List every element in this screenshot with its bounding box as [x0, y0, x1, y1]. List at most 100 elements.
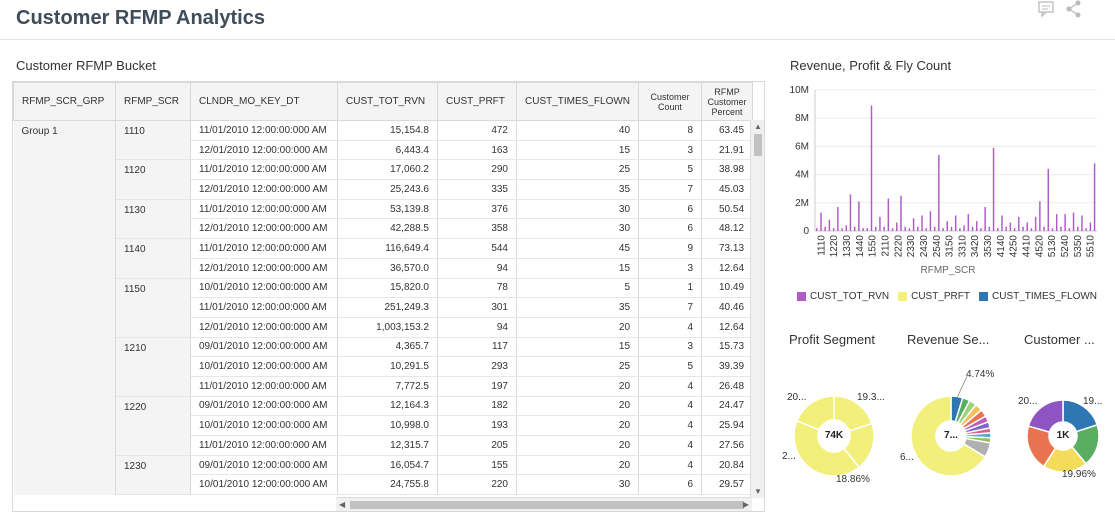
horizontal-scroll-thumb[interactable]	[350, 501, 744, 509]
cell-clndr-mo-key-dt: 11/01/2010 12:00:00:000 AM	[190, 159, 338, 181]
bar-cust-tot-rvn	[1047, 168, 1050, 231]
cell-cust-tot-rvn: 15,820.0	[337, 278, 438, 299]
x-tick-label: 5350	[1073, 235, 1084, 258]
col-header-rfmp-customer-percent[interactable]: RFMP Customer Percent	[701, 82, 754, 121]
bar-cust-tot-rvn	[874, 226, 877, 231]
cell-customer-count: 6	[638, 218, 703, 240]
cell-rfmp-customer-percent: 45.03	[701, 179, 754, 200]
legend-swatch	[797, 292, 806, 301]
scroll-down-icon[interactable]: ▼	[754, 487, 762, 496]
cell-clndr-mo-key-dt: 12/01/2010 12:00:00:000 AM	[190, 179, 338, 200]
cell-customer-count: 5	[638, 356, 703, 377]
vertical-scroll-thumb[interactable]	[754, 134, 762, 156]
bar-cust-tot-rvn	[984, 207, 986, 231]
cell-cust-tot-rvn: 4,365.7	[337, 337, 438, 358]
horizontal-scrollbar[interactable]: ◀ ▶	[336, 497, 752, 511]
share-icon[interactable]	[1065, 0, 1083, 18]
cell-cust-prft: 205	[437, 435, 517, 456]
cell-cust-times-flown: 30	[516, 474, 640, 496]
bar-cust-tot-rvn	[929, 211, 932, 231]
cell-cust-times-flown: 40	[516, 120, 640, 141]
x-tick-label: 3310	[957, 235, 968, 258]
col-header-rfmp-scr[interactable]: RFMP_SCR	[115, 82, 191, 121]
cell-cust-prft: 182	[437, 396, 517, 417]
cell-cust-times-flown: 30	[516, 218, 640, 240]
bar-cust-tot-rvn	[896, 222, 898, 231]
scroll-right-icon[interactable]: ▶	[743, 500, 749, 509]
table-row[interactable]: 1120 11/01/2010 12:00:00:000 AM 17,060.2 29…	[14, 159, 754, 200]
bar-chart-legend: CUST_TOT_RVN CUST_PRFT CUST_TIMES_FLOWN	[797, 291, 1097, 302]
col-header-cust-tot-rvn[interactable]: CUST_TOT_RVN	[337, 82, 438, 121]
x-tick-label: 2220	[893, 235, 904, 258]
table-row[interactable]: Group 1 1110 11/01/2010 12:00:00:000 AM 15,…	[13, 120, 754, 495]
x-tick-label: 4520	[1034, 235, 1045, 258]
bar-cust-tot-rvn	[963, 225, 965, 231]
donut-slice-label: 19...	[1083, 396, 1103, 407]
y-tick-label: 0	[803, 226, 809, 237]
cell-cust-tot-rvn: 10,998.0	[337, 415, 438, 436]
table-row[interactable]: 1130 11/01/2010 12:00:00:000 AM 53,139.8 37…	[14, 199, 754, 240]
scroll-up-icon[interactable]: ▲	[754, 122, 762, 131]
bar-cust-tot-rvn	[946, 221, 949, 231]
x-tick-label: 5240	[1060, 235, 1071, 258]
legend-item-cust-tot-rvn[interactable]: CUST_TOT_RVN	[797, 291, 889, 302]
cell-cust-prft: 358	[437, 218, 517, 240]
col-header-cust-prft[interactable]: CUST_PRFT	[437, 82, 517, 121]
cell-cust-prft: 335	[437, 179, 517, 200]
cell-clndr-mo-key-dt: 11/01/2010 12:00:00:000 AM	[190, 376, 338, 397]
cell-clndr-mo-key-dt: 11/01/2010 12:00:00:000 AM	[190, 297, 338, 318]
table-row[interactable]: 1140 11/01/2010 12:00:00:000 AM 116,649.4 5…	[14, 238, 754, 279]
x-tick-label: 4140	[996, 235, 1007, 258]
cell-clndr-mo-key-dt: 12/01/2010 12:00:00:000 AM	[190, 140, 338, 161]
table-row[interactable]: 1220 09/01/2010 12:00:00:000 AM 12,164.3 18…	[14, 396, 754, 456]
cell-cust-times-flown: 25	[516, 356, 640, 377]
table-row[interactable]: 1230 09/01/2010 12:00:00:000 AM 16,054.7 15…	[14, 455, 754, 496]
cell-cust-tot-rvn: 42,288.5	[337, 218, 438, 240]
cell-rfmp-customer-percent: 21.91	[701, 140, 754, 161]
bar-cust-tot-rvn	[1085, 228, 1087, 231]
cell-cust-tot-rvn: 251,249.3	[337, 297, 438, 318]
cell-cust-tot-rvn: 25,243.6	[337, 179, 438, 200]
scroll-left-icon[interactable]: ◀	[339, 500, 345, 509]
bar-cust-tot-rvn	[1022, 226, 1024, 231]
legend-item-cust-prft[interactable]: CUST_PRFT	[898, 291, 970, 302]
cell-rfmp-customer-percent: 73.13	[701, 238, 754, 259]
col-header-rfmp-scr-grp[interactable]: RFMP_SCR_GRP	[13, 82, 116, 121]
col-header-clndr-mo-key-dt[interactable]: CLNDR_MO_KEY_DT	[190, 82, 338, 121]
bar-cust-tot-rvn	[845, 225, 847, 231]
col-header-customer-count[interactable]: Customer Count	[638, 82, 703, 121]
cell-customer-count: 4	[638, 317, 703, 338]
cell-customer-count: 5	[638, 159, 703, 181]
bar-cust-tot-rvn	[1043, 226, 1045, 231]
cell-cust-prft: 94	[437, 258, 517, 279]
cell-cust-prft: 301	[437, 297, 517, 318]
bar-cust-tot-rvn	[959, 228, 961, 231]
table-row[interactable]: 1210 09/01/2010 12:00:00:000 AM 4,365.7 117…	[14, 337, 754, 397]
bar-cust-tot-rvn	[1093, 163, 1096, 231]
page-title: Customer RFMP Analytics	[16, 7, 265, 29]
bar-cust-tot-rvn	[862, 228, 864, 231]
cell-cust-tot-rvn: 116,649.4	[337, 238, 438, 259]
table-row[interactable]: 1150 10/01/2010 12:00:00:000 AM 15,820.0 78…	[14, 278, 754, 338]
cell-cust-times-flown: 35	[516, 297, 640, 318]
bar-cust-tot-rvn	[954, 215, 957, 231]
cell-cust-prft: 163	[437, 140, 517, 161]
donut-slice-label: 6...	[900, 452, 914, 463]
cell-cust-prft: 117	[437, 337, 517, 358]
comment-icon[interactable]	[1038, 0, 1056, 18]
legend-item-cust-times-flown[interactable]: CUST_TIMES_FLOWN	[979, 291, 1097, 302]
cell-cust-times-flown: 20	[516, 435, 640, 456]
cell-cust-times-flown: 20	[516, 396, 640, 417]
x-axis-label: RFMP_SCR	[920, 265, 975, 276]
bar-cust-tot-rvn	[1009, 222, 1012, 231]
y-tick-label: 8M	[795, 113, 809, 124]
vertical-scrollbar[interactable]: ▲ ▼	[750, 120, 764, 498]
cell-cust-tot-rvn: 16,054.7	[337, 455, 438, 476]
cell-cust-prft: 193	[437, 415, 517, 436]
col-header-cust-times-flown[interactable]: CUST_TIMES_FLOWN	[515, 82, 640, 121]
cell-rfmp-customer-percent: 26.48	[701, 376, 754, 397]
bar-cust-tot-rvn	[837, 207, 839, 231]
bar-cust-tot-rvn	[887, 198, 890, 231]
x-tick-label: 1330	[842, 235, 853, 258]
cell-customer-count: 6	[638, 199, 703, 220]
